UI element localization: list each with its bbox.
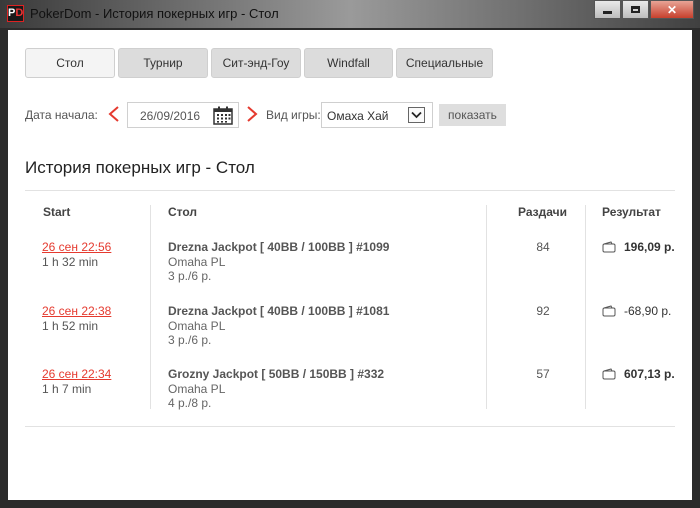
client-area: Стол Турнир Сит-энд-Гоу Windfall Специал…: [8, 30, 692, 500]
close-icon: ✕: [666, 2, 678, 17]
wallet-icon: [602, 305, 616, 317]
start-date-value: 26/09/2016: [140, 109, 201, 123]
table-stakes: 3 р./6 р.: [168, 269, 212, 283]
hands-count: 84: [536, 240, 550, 254]
column-header-hands: Раздачи: [518, 205, 567, 219]
table-row: 26 сен 22:34 1 h 7 min Grozny Jackpot [ …: [8, 367, 692, 427]
game-date-link[interactable]: 26 сен 22:56: [42, 240, 111, 254]
maximize-button[interactable]: [622, 0, 649, 19]
window-titlebar[interactable]: PD PokerDom - История покерных игр - Сто…: [0, 0, 700, 28]
game-date-link[interactable]: 26 сен 22:38: [42, 304, 111, 318]
pokerdom-logo-icon: PD: [7, 5, 24, 22]
divider: [25, 190, 675, 191]
wallet-icon: [602, 241, 616, 253]
column-header-result: Результат: [602, 205, 661, 219]
tab-tournament[interactable]: Турнир: [118, 48, 208, 78]
hands-count: 57: [536, 367, 550, 381]
game-variant: Omaha PL: [168, 319, 226, 333]
window-controls: ✕: [593, 0, 694, 19]
window-title: PokerDom - История покерных игр - Стол: [30, 6, 279, 21]
chevron-left-icon[interactable]: [107, 105, 121, 123]
chevron-right-icon[interactable]: [245, 105, 259, 123]
table-name: Drezna Jackpot [ 40BB / 100BB ] #1099: [168, 240, 390, 254]
table-stakes: 4 р./8 р.: [168, 396, 212, 410]
minimize-icon: [603, 11, 612, 14]
column-header-start: Start: [43, 205, 71, 219]
game-date-link[interactable]: 26 сен 22:34: [42, 367, 111, 381]
game-type-label: Вид игры:: [266, 108, 321, 122]
game-duration: 1 h 52 min: [42, 319, 99, 333]
tab-table[interactable]: Стол: [25, 48, 115, 78]
game-type-select[interactable]: Омаха Хай: [321, 102, 433, 128]
game-variant: Omaha PL: [168, 255, 226, 269]
column-header-table: Стол: [168, 205, 198, 219]
filter-bar: Дата начала: 26/09/2016 Вид игры: Омаха …: [25, 102, 685, 128]
page-title: История покерных игр - Стол: [25, 158, 255, 177]
start-date-field[interactable]: 26/09/2016: [127, 102, 239, 128]
table-name: Drezna Jackpot [ 40BB / 100BB ] #1081: [168, 304, 390, 318]
tab-special[interactable]: Специальные: [396, 48, 493, 78]
table-row: 26 сен 22:56 1 h 32 min Drezna Jackpot […: [8, 240, 692, 300]
tab-sit-and-go[interactable]: Сит-энд-Гоу: [211, 48, 301, 78]
start-date-label: Дата начала:: [25, 108, 98, 122]
divider: [25, 426, 675, 427]
maximize-icon: [631, 6, 640, 13]
tab-windfall[interactable]: Windfall: [304, 48, 393, 78]
game-variant: Omaha PL: [168, 382, 226, 396]
minimize-button[interactable]: [594, 0, 621, 19]
calendar-icon[interactable]: [213, 106, 233, 125]
game-type-tabs: Стол Турнир Сит-энд-Гоу Windfall Специал…: [25, 48, 493, 78]
wallet-icon: [602, 368, 616, 380]
game-duration: 1 h 7 min: [42, 382, 92, 396]
game-type-value: Омаха Хай: [327, 109, 389, 123]
table-name: Grozny Jackpot [ 50BB / 150BB ] #332: [168, 367, 385, 381]
table-row: 26 сен 22:38 1 h 52 min Drezna Jackpot […: [8, 304, 692, 364]
hands-count: 92: [536, 304, 550, 318]
show-button[interactable]: показать: [439, 104, 506, 126]
dropdown-button[interactable]: [408, 107, 425, 123]
close-button[interactable]: ✕: [650, 0, 694, 19]
result-value: 196,09 р.: [624, 240, 675, 254]
game-duration: 1 h 32 min: [42, 255, 99, 269]
table-stakes: 3 р./6 р.: [168, 333, 212, 347]
result-value: 607,13 р.: [624, 367, 675, 381]
chevron-down-icon: [411, 111, 422, 119]
result-value: -68,90 р.: [624, 304, 672, 318]
